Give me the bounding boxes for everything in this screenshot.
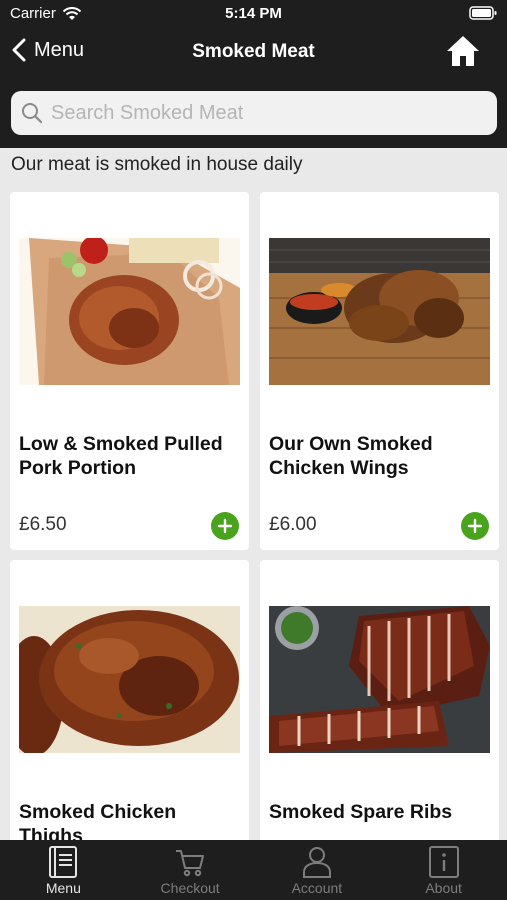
status-bar: Carrier 5:14 PM (0, 0, 507, 28)
tab-account[interactable]: Account (254, 840, 381, 900)
tab-label: Account (291, 880, 343, 896)
navigation-bar: Menu Smoked Meat (0, 28, 507, 78)
tab-menu[interactable]: Menu (0, 840, 127, 900)
product-image-chicken-wings (269, 238, 490, 385)
product-name: Our Own Smoked Chicken Wings (269, 433, 433, 479)
product-name: Low & Smoked Pulled Pork Portion (19, 433, 223, 479)
tab-about[interactable]: About (380, 840, 507, 900)
home-button[interactable] (445, 34, 481, 73)
product-card-pulled-pork[interactable]: Low & Smoked Pulled Pork Portion £6.50 (10, 192, 249, 550)
page-title: Smoked Meat (192, 41, 315, 62)
home-icon (447, 36, 479, 66)
person-icon (302, 847, 331, 878)
product-image-pulled-pork (19, 238, 240, 385)
menu-book-icon (49, 846, 78, 878)
product-name: Smoked Spare Ribs (269, 801, 453, 823)
search-area (0, 78, 507, 148)
tab-checkout[interactable]: Checkout (127, 840, 254, 900)
plus-icon (217, 518, 233, 534)
search-bar[interactable] (11, 91, 497, 135)
product-image-spare-ribs (269, 606, 490, 753)
product-image-chicken-thighs (19, 606, 240, 753)
battery-icon (469, 6, 497, 24)
cart-icon (176, 850, 205, 877)
plus-icon (467, 518, 483, 534)
product-grid: Low & Smoked Pulled Pork Portion £6.50 O… (10, 192, 499, 900)
tab-label: Menu (45, 880, 81, 896)
info-icon (428, 846, 459, 878)
add-to-cart-button[interactable] (461, 512, 489, 540)
search-icon (22, 103, 43, 124)
product-price: £6.50 (19, 514, 67, 535)
product-card-chicken-wings[interactable]: Our Own Smoked Chicken Wings £6.00 (260, 192, 499, 550)
clock: 5:14 PM (225, 5, 282, 22)
category-subtitle: Our meat is smoked in house daily (11, 154, 303, 175)
tab-label: About (425, 880, 462, 896)
product-price: £6.00 (269, 514, 317, 535)
add-to-cart-button[interactable] (211, 512, 239, 540)
tab-label: Checkout (160, 880, 220, 896)
bottom-tab-bar: Menu Checkout Account About (0, 840, 507, 900)
search-input[interactable] (51, 101, 471, 125)
